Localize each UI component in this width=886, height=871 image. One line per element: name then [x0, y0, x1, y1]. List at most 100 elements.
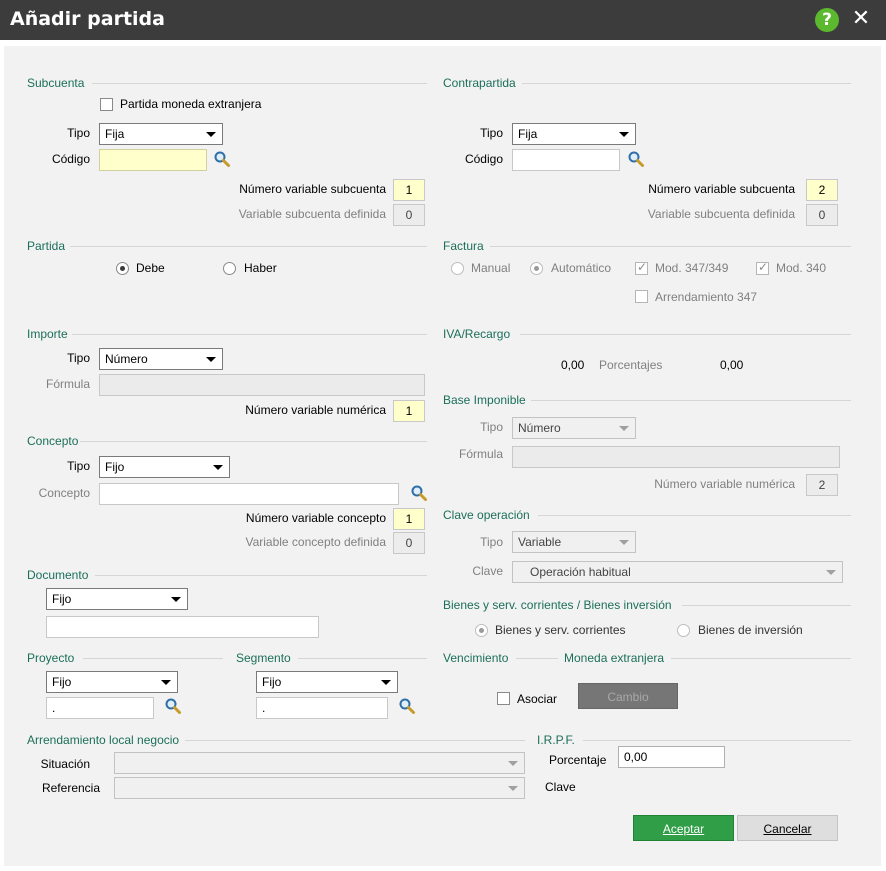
- window-title: Añadir partida: [10, 8, 165, 30]
- automatico-label: Automático: [551, 261, 612, 275]
- chevron-down-icon: [206, 357, 216, 362]
- mod347-label: Mod. 347/349: [655, 261, 729, 275]
- importe-tipo-select[interactable]: Número: [99, 348, 223, 370]
- chevron-down-icon: [508, 786, 518, 791]
- importe-num-var-field[interactable]: 1: [393, 400, 425, 422]
- section-vencimiento: Vencimiento: [443, 651, 509, 665]
- chevron-down-icon: [161, 680, 171, 685]
- section-bienes: Bienes y serv. corrientes / Bienes inver…: [443, 598, 672, 612]
- segmento-tipo-value: Fijo: [262, 675, 282, 689]
- divider: [185, 740, 525, 741]
- base-tipo-select[interactable]: Número: [512, 417, 636, 439]
- chevron-down-icon: [213, 465, 223, 470]
- clave-select[interactable]: Operación habitual: [512, 561, 843, 583]
- importe-formula-input[interactable]: [99, 374, 425, 396]
- divider: [531, 400, 851, 401]
- contrapartida-var-def-field: 0: [806, 204, 838, 226]
- chevron-down-icon: [381, 680, 391, 685]
- segmento-tipo-select[interactable]: Fijo: [256, 671, 398, 693]
- concepto-input[interactable]: [99, 483, 399, 505]
- aceptar-button[interactable]: Aceptar: [633, 815, 734, 841]
- clave-tipo-label: Tipo: [480, 535, 503, 549]
- documento-tipo-select[interactable]: Fijo: [46, 588, 188, 610]
- divider: [490, 246, 851, 247]
- haber-label: Haber: [244, 261, 277, 275]
- search-icon[interactable]: [410, 484, 428, 502]
- base-tipo-label: Tipo: [480, 420, 503, 434]
- divider: [95, 575, 427, 576]
- haber-radio[interactable]: [223, 262, 236, 275]
- bienes-corrientes-label: Bienes y serv. corrientes: [495, 623, 626, 637]
- contrapartida-tipo-label: Tipo: [480, 126, 503, 140]
- base-num-var-label: Número variable numérica: [654, 477, 795, 491]
- concepto-var-def-field: 0: [393, 532, 425, 554]
- iva-value-1: 0,00: [561, 358, 585, 372]
- importe-tipo-value: Número: [105, 352, 148, 366]
- contrapartida-tipo-value: Fija: [518, 127, 538, 141]
- subcuenta-num-var-field[interactable]: 1: [393, 179, 425, 201]
- mod340-checkbox[interactable]: [756, 260, 769, 275]
- section-importe: Importe: [27, 327, 68, 341]
- contrapartida-codigo-input[interactable]: [512, 149, 620, 171]
- proyecto-tipo-select[interactable]: Fijo: [46, 671, 178, 693]
- subcuenta-tipo-label: Tipo: [67, 126, 90, 140]
- cambio-button[interactable]: Cambio: [578, 683, 678, 709]
- contrapartida-num-var-label: Número variable subcuenta: [648, 182, 795, 196]
- asociar-checkbox[interactable]: [497, 692, 510, 705]
- search-icon[interactable]: [627, 150, 645, 168]
- automatico-radio[interactable]: [530, 262, 543, 275]
- mod347-checkbox[interactable]: [635, 260, 648, 275]
- debe-radio[interactable]: [116, 262, 129, 275]
- concepto-tipo-select[interactable]: Fijo: [99, 456, 230, 478]
- clave-tipo-select[interactable]: Variable: [512, 531, 636, 553]
- section-concepto: Concepto: [27, 434, 79, 448]
- bienes-corrientes-radio[interactable]: [475, 624, 488, 637]
- bienes-inversion-radio[interactable]: [677, 624, 690, 637]
- base-formula-input[interactable]: [512, 446, 840, 468]
- bienes-inversion-label: Bienes de inversión: [698, 623, 803, 637]
- concepto-num-var-field[interactable]: 1: [393, 508, 425, 530]
- contrapartida-num-var-field[interactable]: 2: [806, 179, 838, 201]
- documento-input[interactable]: [46, 616, 319, 638]
- referencia-label: Referencia: [41, 781, 100, 795]
- divider: [682, 605, 851, 606]
- arrendamiento347-checkbox[interactable]: [635, 290, 648, 303]
- segmento-input[interactable]: .: [256, 697, 388, 719]
- contrapartida-tipo-select[interactable]: Fija: [512, 123, 636, 145]
- asociar-label: Asociar: [517, 692, 558, 706]
- section-subcuenta: Subcuenta: [27, 76, 85, 90]
- section-partida: Partida: [27, 239, 66, 253]
- subcuenta-codigo-input[interactable]: [99, 149, 207, 171]
- search-icon[interactable]: [164, 697, 182, 715]
- divider: [70, 246, 427, 247]
- concepto-tipo-label: Tipo: [67, 459, 90, 473]
- subcuenta-var-def-field: 0: [393, 204, 425, 226]
- divider: [72, 334, 427, 335]
- moneda-extranjera-checkbox[interactable]: [100, 98, 113, 111]
- proyecto-input[interactable]: .: [46, 697, 154, 719]
- clave-value: Operación habitual: [530, 565, 631, 579]
- concepto-concepto-label: Concepto: [38, 486, 90, 500]
- title-bar: Añadir partida ? ✕: [0, 0, 886, 40]
- question-circle-icon[interactable]: ?: [815, 8, 839, 32]
- search-icon[interactable]: [398, 697, 416, 715]
- irpf-porcentaje-input[interactable]: 0,00: [618, 746, 725, 768]
- subcuenta-tipo-select[interactable]: Fija: [99, 123, 223, 145]
- close-icon[interactable]: ✕: [850, 6, 872, 32]
- section-moneda-extranjera: Moneda extranjera: [564, 651, 665, 665]
- cancelar-button[interactable]: Cancelar: [737, 815, 838, 841]
- concepto-var-def-label: Variable concepto definida: [245, 535, 386, 549]
- search-icon[interactable]: [213, 150, 231, 168]
- debe-label: Debe: [136, 261, 165, 275]
- mod340-label: Mod. 340: [776, 261, 827, 275]
- importe-num-var-label: Número variable numérica: [245, 403, 386, 417]
- section-segmento: Segmento: [236, 651, 291, 665]
- manual-label: Manual: [471, 261, 511, 275]
- section-base-imponible: Base Imponible: [443, 393, 526, 407]
- referencia-select[interactable]: [114, 777, 525, 799]
- chevron-down-icon: [508, 761, 518, 766]
- divider: [80, 441, 427, 442]
- manual-radio[interactable]: [451, 262, 464, 275]
- situacion-select[interactable]: [114, 752, 525, 774]
- contrapartida-codigo-label: Código: [464, 152, 503, 166]
